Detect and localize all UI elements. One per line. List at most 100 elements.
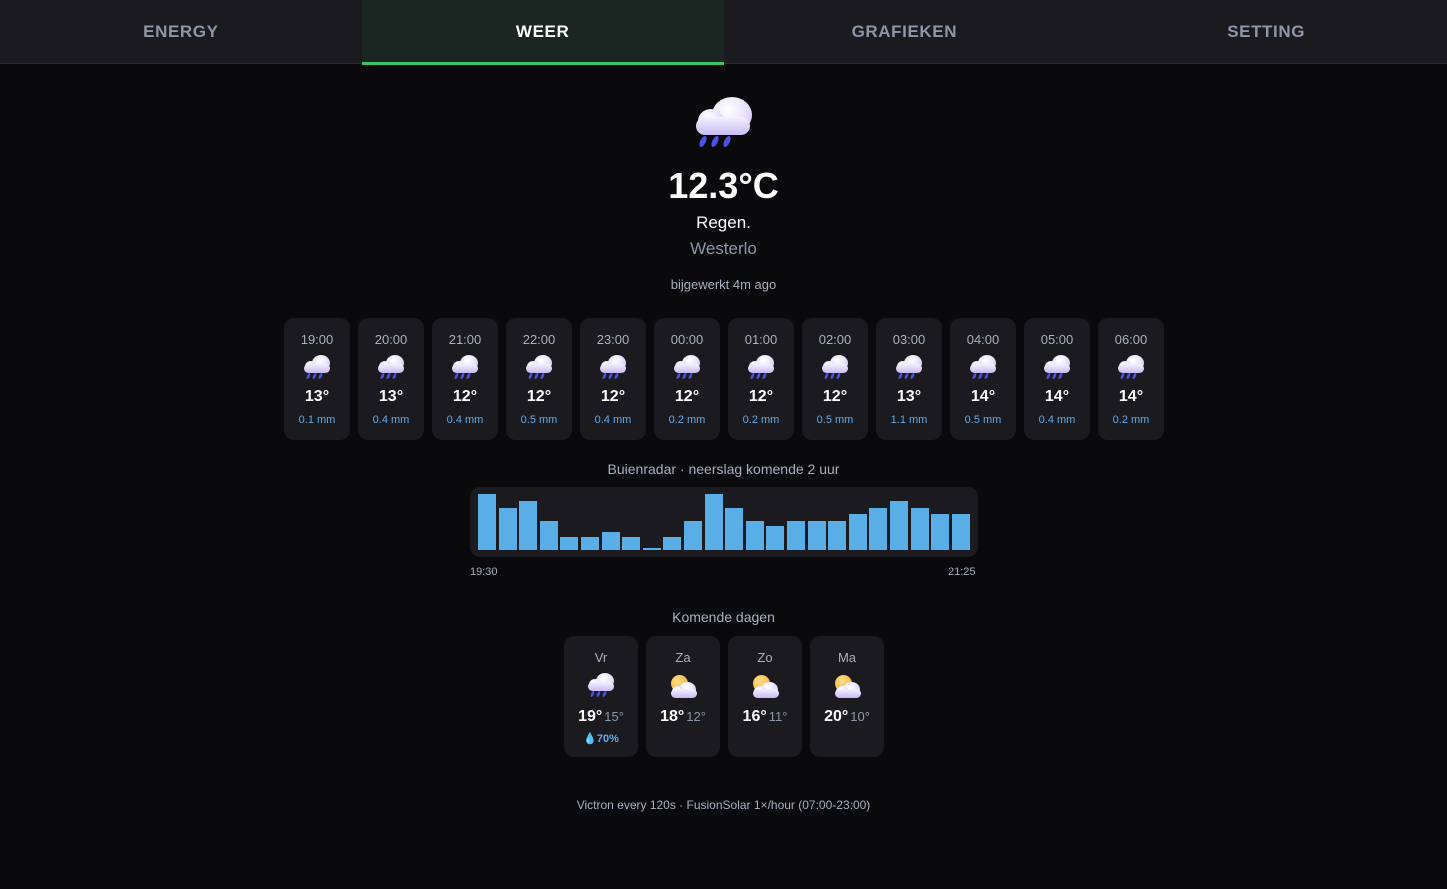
radar-bar <box>910 508 929 550</box>
radar-bar <box>869 508 888 550</box>
hourly-card: 05:00 14° 0.4 mm <box>1024 318 1090 440</box>
hour-time: 03:00 <box>892 332 926 347</box>
hour-precip: 0.4 mm <box>594 414 632 426</box>
rain-cloud-icon <box>694 95 754 150</box>
radar-bar <box>581 537 599 550</box>
hour-temp: 12° <box>452 388 478 405</box>
day-temps: 20° 10° <box>810 708 884 726</box>
hour-time: 22:00 <box>522 332 556 347</box>
hour-precip: 0.2 mm <box>742 414 780 426</box>
current-temperature: 12.3°C <box>668 165 779 206</box>
hourly-card: 22:00 12° 0.5 mm <box>506 318 572 440</box>
hour-precip: 0.4 mm <box>372 414 410 426</box>
radar-bar <box>539 521 558 550</box>
day-name: Zo <box>757 650 773 665</box>
hour-time: 01:00 <box>744 332 778 347</box>
day-temps: 18° 12° <box>646 708 720 726</box>
hour-precip: 0.5 mm <box>816 414 854 426</box>
tab-energy[interactable]: ENERGY <box>0 0 362 64</box>
radar-bar <box>642 548 661 550</box>
day-low: 12° <box>686 709 706 724</box>
day-low: 10° <box>850 709 870 724</box>
tab-grafieken[interactable]: GRAFIEKEN <box>724 0 1086 64</box>
rain-cloud-icon <box>673 354 701 380</box>
day-temps: 16° 11° <box>728 708 802 726</box>
radar-bar <box>560 537 579 550</box>
droplet-icon: 💧 <box>583 733 597 745</box>
hour-temp: 13° <box>378 388 404 405</box>
radar-bar <box>622 537 641 550</box>
rain-cloud-icon <box>451 354 479 380</box>
daily-card: Za 18° 12° <box>646 636 720 757</box>
hour-precip: 0.2 mm <box>668 414 706 426</box>
day-name: Ma <box>837 650 857 665</box>
radar-bar <box>951 514 970 550</box>
hour-precip: 0.5 mm <box>520 414 558 426</box>
hour-temp: 14° <box>970 388 996 405</box>
radar-bar <box>663 537 682 550</box>
radar-title: Buienradar · neerslag komende 2 uur <box>607 461 840 477</box>
radar-bar <box>684 521 702 550</box>
hourly-card: 00:00 12° 0.2 mm <box>654 318 720 440</box>
rain-cloud-icon <box>821 354 849 380</box>
radar-bar <box>848 514 867 550</box>
radar-bar <box>766 526 785 550</box>
hour-precip: 0.5 mm <box>964 414 1002 426</box>
daily-card: Vr 19° 15° 💧70% <box>564 636 638 757</box>
daily-card: Ma 20° 10° <box>810 636 884 757</box>
hour-precip: 0.1 mm <box>298 414 336 426</box>
radar-end-time: 21:25 <box>948 566 976 578</box>
rain-cloud-icon <box>969 354 997 380</box>
radar-bar <box>745 521 764 550</box>
radar-bar <box>478 494 496 550</box>
hour-temp: 14° <box>1118 388 1144 405</box>
hour-temp: 13° <box>896 388 922 405</box>
hourly-card: 04:00 14° 0.5 mm <box>950 318 1016 440</box>
hourly-card: 01:00 12° 0.2 mm <box>728 318 794 440</box>
radar-bar <box>931 514 950 550</box>
daily-card: Zo 16° 11° <box>728 636 802 757</box>
rain-cloud-icon <box>1117 354 1145 380</box>
partly-cloudy-icon <box>832 674 862 700</box>
hour-time: 04:00 <box>966 332 1000 347</box>
day-high: 20° <box>824 708 849 725</box>
hourly-card: 19:00 13° 0.1 mm <box>284 318 350 440</box>
hour-temp: 12° <box>674 388 700 405</box>
day-high: 16° <box>742 708 767 725</box>
day-high: 18° <box>660 708 685 725</box>
radar-bar <box>787 521 805 550</box>
hourly-card: 03:00 13° 1.1 mm <box>876 318 942 440</box>
hour-time: 19:00 <box>300 332 334 347</box>
tab-weer[interactable]: WEER <box>361 0 724 65</box>
radar-bar <box>601 532 620 550</box>
rain-cloud-icon <box>895 354 923 380</box>
hour-time: 06:00 <box>1114 332 1148 347</box>
hourly-card: 23:00 12° 0.4 mm <box>580 318 646 440</box>
hour-temp: 12° <box>748 388 774 405</box>
rain-cloud-icon <box>747 354 775 380</box>
hour-time: 02:00 <box>818 332 852 347</box>
hourly-card: 02:00 12° 0.5 mm <box>802 318 868 440</box>
rain-cloud-icon <box>303 354 331 380</box>
radar-chart <box>470 487 978 557</box>
hour-time: 23:00 <box>596 332 630 347</box>
radar-bar <box>828 521 847 550</box>
daily-title: Komende dagen <box>672 609 775 625</box>
footer-status: Victron every 120s · FusionSolar 1×/hour… <box>576 798 871 812</box>
hour-precip: 0.2 mm <box>1112 414 1150 426</box>
radar-start-time: 19:30 <box>470 566 498 578</box>
hour-time: 21:00 <box>448 332 482 347</box>
radar-bar <box>498 508 517 550</box>
tab-setting[interactable]: SETTING <box>1085 0 1447 64</box>
hour-temp: 12° <box>526 388 552 405</box>
last-updated: bijgewerkt 4m ago <box>670 277 777 292</box>
partly-cloudy-icon <box>668 674 698 700</box>
partly-cloudy-icon <box>750 674 780 700</box>
location-name: Westerlo <box>690 239 757 258</box>
hour-precip: 0.4 mm <box>446 414 484 426</box>
rain-cloud-icon <box>525 354 553 380</box>
day-low: 11° <box>768 709 788 724</box>
day-high: 19° <box>578 708 603 725</box>
radar-bar <box>890 501 908 550</box>
day-precip-prob: 💧70% <box>583 733 619 745</box>
